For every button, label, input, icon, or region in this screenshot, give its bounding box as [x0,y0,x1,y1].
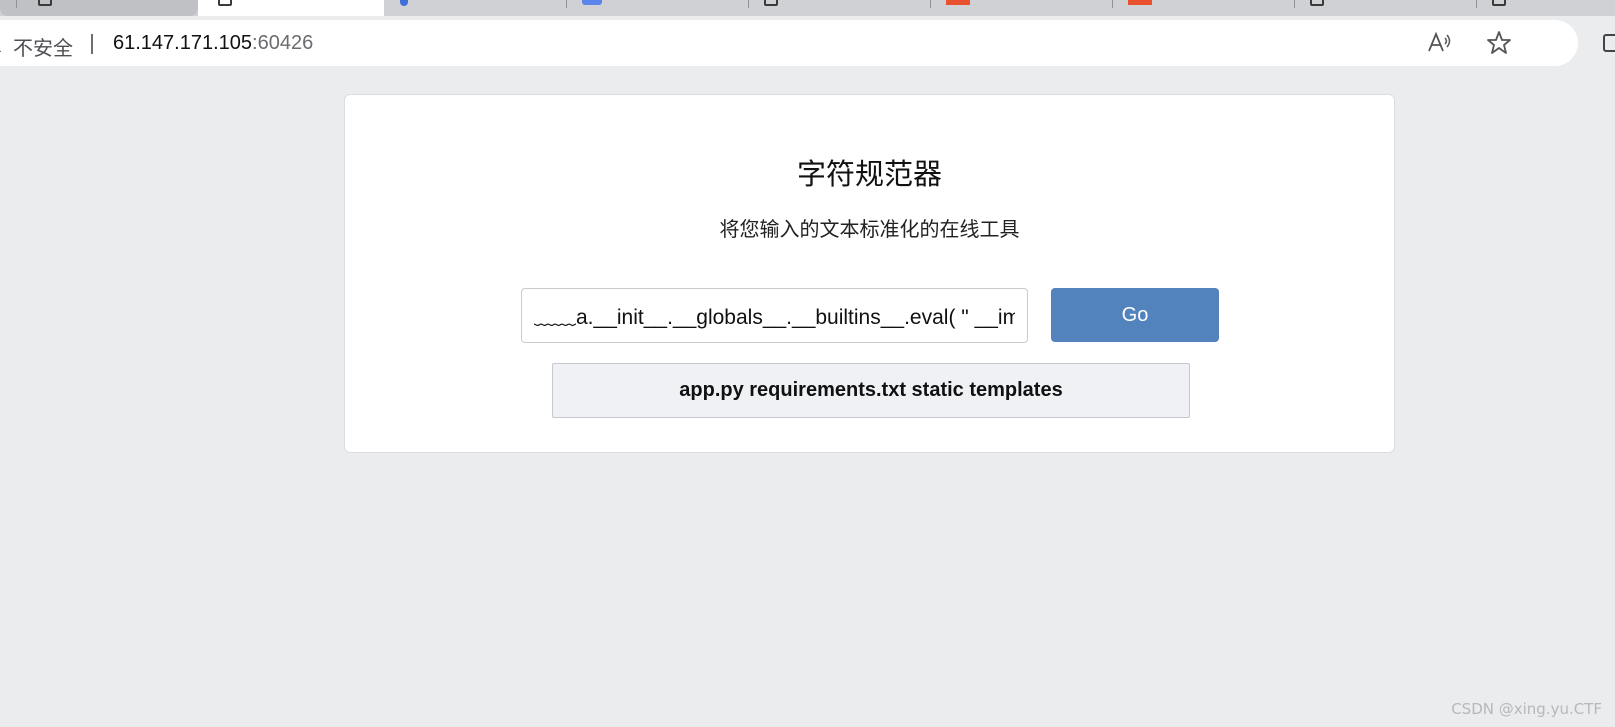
browser-tab[interactable] [1112,0,1294,16]
page-icon [1310,0,1324,6]
page-icon [1492,0,1506,6]
url-host: 61.147.171.105 [113,32,253,54]
url-port: :60426 [252,32,314,54]
tab-separator [16,0,17,8]
tab-separator [566,0,567,8]
address-bar[interactable]: 不安全 61.147.171.105:60426 [0,20,1578,66]
tab-separator [1112,0,1113,8]
url-text[interactable]: 61.147.171.105:60426 [113,32,313,55]
main-card: 字符规范器 将您输入的文本标准化的在线工具 Go app.py requirem… [344,94,1395,453]
go-button[interactable]: Go [1051,288,1219,342]
blue-app-icon [582,0,602,5]
red-app-icon [946,0,970,5]
page-title: 字符规范器 [796,157,942,191]
url-divider [91,34,93,54]
browser-tab-strip [0,0,1615,16]
tab-separator [748,0,749,8]
browser-toolbar: 不安全 61.147.171.105:60426 [0,16,1615,70]
read-aloud-icon[interactable] [1426,30,1452,56]
browser-tab[interactable] [748,0,930,16]
split-screen-icon[interactable] [1600,30,1615,56]
page-icon [38,0,52,6]
browser-tab-active[interactable] [198,0,384,16]
tab-separator [1294,0,1295,8]
browser-tab[interactable] [930,0,1112,16]
security-label[interactable]: 不安全 [13,32,73,61]
google-icon [400,0,408,6]
tab-separator [1476,0,1477,8]
browser-tab[interactable] [1476,0,1615,16]
browser-tab[interactable] [0,0,198,16]
browser-tab[interactable] [566,0,748,16]
warning-icon[interactable] [0,33,2,53]
result-output: app.py requirements.txt static templates [552,363,1190,418]
text-input[interactable] [521,288,1028,343]
tab-separator [930,0,931,8]
browser-tab[interactable] [1294,0,1476,16]
page-icon [764,0,778,6]
watermark: CSDN @xing.yu.CTF [1451,700,1602,718]
favorite-star-icon[interactable] [1486,30,1512,56]
red-app-icon [1128,0,1152,5]
page-icon [218,0,232,6]
browser-tab[interactable] [384,0,566,16]
page-subtitle: 将您输入的文本标准化的在线工具 [719,217,1020,241]
